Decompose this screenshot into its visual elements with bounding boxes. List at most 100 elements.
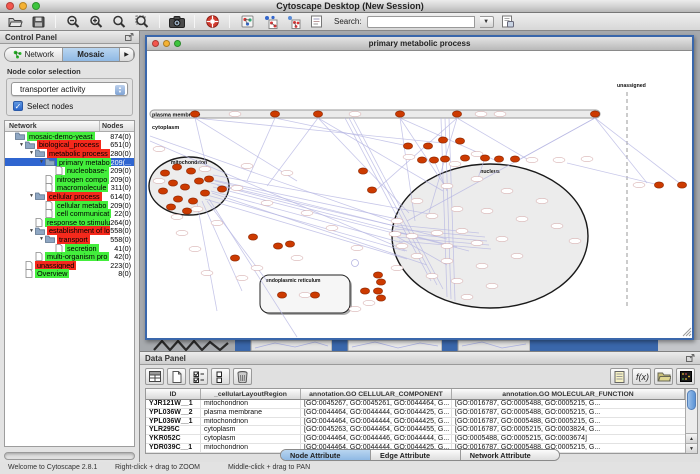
table-column-header[interactable]: annotation.GO MOLECULAR_FUNCTION (452, 389, 685, 399)
network-node[interactable] (273, 243, 282, 249)
network-node[interactable] (204, 176, 213, 182)
table-cell[interactable]: YPL036W__2 (146, 409, 201, 417)
plasma-membrane-region[interactable] (150, 110, 600, 118)
network-canvas[interactable]: plasma membrane cytoplasm mitochondrion … (147, 51, 692, 338)
network-label-node[interactable] (389, 231, 401, 236)
scroll-up-icon[interactable]: ▲ (686, 433, 697, 443)
select-attributes-icon[interactable] (189, 368, 208, 385)
table-cell[interactable]: [GO:0016787, GO:0005488, GO:0005215, G..… (452, 409, 685, 417)
network-node[interactable] (173, 196, 182, 202)
network-label-node[interactable] (396, 243, 408, 248)
network-edge[interactable] (595, 118, 647, 183)
tree-row[interactable]: nucleobase-209(0) (5, 166, 134, 175)
network-node[interactable] (480, 155, 489, 161)
network-label-node[interactable] (526, 157, 538, 162)
network-label-node[interactable] (481, 208, 493, 213)
table-cell[interactable]: mitochondrion (201, 418, 301, 426)
tree-row[interactable]: Overview8(0) (5, 270, 134, 279)
scroll-down-icon[interactable]: ▼ (686, 443, 697, 453)
tree-row[interactable]: ▼biological_process651(0) (5, 141, 134, 150)
vizmap-icon[interactable] (261, 14, 279, 30)
tree-row[interactable]: cellular metabo209(0) (5, 201, 134, 210)
tree-row[interactable]: ▼establishment of lo558(0) (5, 227, 134, 236)
tree-column-nodes[interactable]: Nodes (100, 121, 134, 131)
network-label-node[interactable] (191, 206, 203, 211)
table-cell[interactable]: YJR121W__1 (146, 400, 201, 408)
attribute-grid-icon[interactable] (145, 368, 164, 385)
network-label-node[interactable] (569, 238, 581, 243)
table-row[interactable]: YKR052Ccytoplasm[GO:0044464, GO:0044446,… (146, 435, 685, 444)
network-edge[interactable] (195, 118, 443, 143)
network-label-node[interactable] (581, 156, 593, 161)
float-data-panel-icon[interactable] (686, 354, 695, 362)
tab-edge-attribute-browser[interactable]: Edge Attribute Browser (371, 450, 461, 460)
self-loop-edge[interactable] (352, 260, 359, 267)
network-label-node[interactable] (486, 283, 498, 288)
open-icon[interactable] (6, 14, 24, 30)
network-label-node[interactable] (441, 258, 453, 263)
network-node[interactable] (158, 188, 167, 194)
network-node[interactable] (360, 288, 369, 294)
network-node[interactable] (186, 168, 195, 174)
network-node[interactable] (677, 182, 686, 188)
network-label-node[interactable] (199, 166, 211, 171)
help-icon[interactable] (203, 14, 221, 30)
network-label-node[interactable] (349, 111, 361, 116)
network-node[interactable] (182, 208, 191, 214)
network-label-node[interactable] (426, 213, 438, 218)
tree-row[interactable]: mosaic-demo-yeast874(0) (5, 132, 134, 141)
network-label-node[interactable] (281, 170, 293, 175)
tree-row[interactable]: nitrogen compo209(0) (5, 175, 134, 184)
network-label-node[interactable] (229, 111, 241, 116)
network-label-node[interactable] (403, 154, 415, 159)
expand-triangle-icon[interactable]: ▼ (28, 228, 35, 234)
table-column-header[interactable]: ID (146, 389, 201, 399)
table-cell[interactable]: [GO:0045267, GO:0045261, GO:0044464, G..… (301, 400, 452, 408)
table-cell[interactable]: mitochondrion (201, 400, 301, 408)
network-label-node[interactable] (501, 188, 513, 193)
search-input[interactable] (367, 16, 475, 28)
network-label-node[interactable] (449, 161, 461, 166)
network-label-node[interactable] (153, 178, 165, 183)
network-edge[interactable] (211, 191, 403, 243)
configure-search-icon[interactable] (499, 14, 517, 30)
network-node[interactable] (429, 157, 438, 163)
network-label-node[interactable] (189, 246, 201, 251)
network-label-node[interactable] (231, 185, 243, 190)
network-label-node[interactable] (411, 253, 423, 258)
network-label-node[interactable] (236, 275, 248, 280)
network-label-node[interactable] (261, 200, 273, 205)
network-label-node[interactable] (176, 230, 188, 235)
network-node[interactable] (423, 143, 432, 149)
table-column-header[interactable]: annotation.GO CELLULAR_COMPONENT (301, 389, 452, 399)
network-node[interactable] (455, 138, 464, 144)
network-node[interactable] (654, 182, 663, 188)
snapshot-icon[interactable] (168, 14, 186, 30)
table-cell[interactable]: YPL036W__1 (146, 418, 201, 426)
network-edge[interactable] (457, 118, 527, 159)
network-label-node[interactable] (475, 111, 487, 116)
select-nodes-checkbox[interactable]: ✓ (13, 101, 23, 111)
network-node[interactable] (168, 180, 177, 186)
table-cell[interactable]: [GO:0005488, GO:0005215, GO:0003674] (452, 435, 685, 443)
network-label-node[interactable] (511, 253, 523, 258)
network-label-node[interactable] (476, 263, 488, 268)
table-cell[interactable]: cytoplasm (201, 435, 301, 443)
network-label-node[interactable] (153, 146, 165, 151)
network-label-node[interactable] (241, 163, 253, 168)
tree-row[interactable]: response to stimulu264(0) (5, 218, 134, 227)
network-view-titlebar[interactable]: primary metabolic process (147, 37, 692, 51)
network-node[interactable] (180, 184, 189, 190)
network-label-node[interactable] (551, 223, 563, 228)
network-label-node[interactable] (456, 228, 468, 233)
table-cell[interactable]: [GO:0044464, GO:0044444, GO:0044425, G..… (301, 418, 452, 426)
tree-column-network[interactable]: Network (5, 121, 100, 131)
network-node[interactable] (376, 279, 385, 285)
table-cell[interactable]: [GO:0016787, GO:0005488, GO:0005215, G..… (452, 400, 685, 408)
network-label-node[interactable] (291, 255, 303, 260)
network-node[interactable] (460, 155, 469, 161)
network-label-node[interactable] (451, 278, 463, 283)
expand-triangle-icon[interactable]: ▼ (18, 142, 25, 148)
tree-row[interactable]: multi-organism pro42(0) (5, 252, 134, 261)
network-node[interactable] (417, 157, 426, 163)
